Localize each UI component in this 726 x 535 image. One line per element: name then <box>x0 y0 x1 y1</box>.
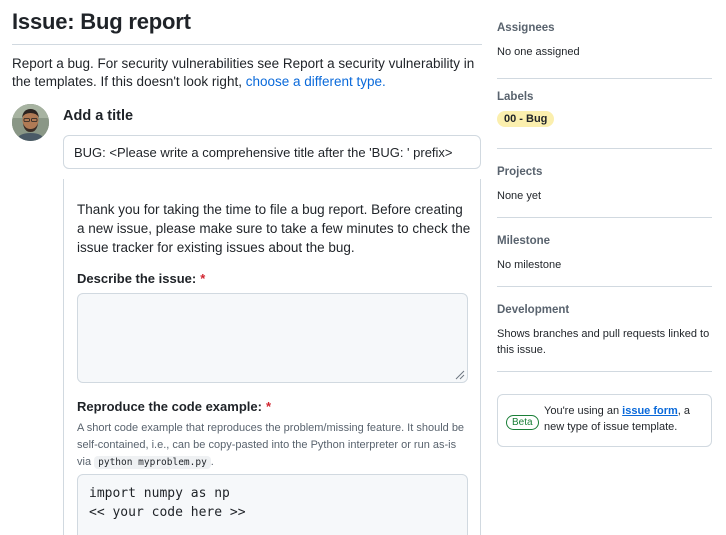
assignees-heading[interactable]: Assignees <box>497 22 712 34</box>
describe-issue-textarea[interactable] <box>77 293 468 383</box>
avatar <box>12 104 49 141</box>
form-intro-text: Thank you for taking the time to file a … <box>77 202 471 255</box>
resize-grip-icon[interactable] <box>453 368 465 380</box>
issue-form-link[interactable]: issue form <box>622 405 678 417</box>
assignees-value: No one assigned <box>497 46 580 58</box>
reproduce-code-description: A short code example that reproduces the… <box>77 420 472 471</box>
sidebar-projects[interactable]: Projects None yet <box>497 166 712 204</box>
describe-issue-label-text: Describe the issue: <box>77 271 197 286</box>
reproduce-desc-end: . <box>210 456 214 468</box>
choose-different-type-link[interactable]: choose a different type. <box>246 74 386 89</box>
reproduce-code-label-text: Reproduce the code example: <box>77 399 262 414</box>
sidebar-divider <box>497 217 712 218</box>
reproduce-code-textarea[interactable]: import numpy as np << your code here >> <box>77 474 468 535</box>
reproduce-code-label: Reproduce the code example: * <box>77 399 271 414</box>
sidebar-labels[interactable]: Labels 00 - Bug <box>497 91 712 127</box>
milestone-heading[interactable]: Milestone <box>497 235 712 247</box>
milestone-value: No milestone <box>497 259 562 271</box>
page-title: Issue: Bug report <box>12 9 191 34</box>
sidebar-assignees[interactable]: Assignees No one assigned <box>497 22 712 60</box>
beta-notice-text: You're using an issue form, a new type o… <box>544 403 708 435</box>
required-marker: * <box>200 271 206 286</box>
beta-badge: Beta <box>506 415 539 430</box>
development-heading[interactable]: Development <box>497 304 712 316</box>
required-marker: * <box>265 399 272 414</box>
sidebar-divider <box>497 286 712 287</box>
development-value: Shows branches and pull requests linked … <box>497 328 710 356</box>
code-line: << your code here >> <box>89 505 246 520</box>
beta-text-before: You're using an <box>544 405 623 417</box>
template-intro: Report a bug. For security vulnerabiliti… <box>12 55 482 91</box>
describe-issue-label: Describe the issue: * <box>77 271 205 286</box>
template-intro-text: Report a bug. For security vulnerabiliti… <box>12 56 475 89</box>
issue-title-input[interactable] <box>63 135 481 169</box>
sidebar-development[interactable]: Development Shows branches and pull requ… <box>497 304 712 358</box>
code-line: import numpy as np <box>89 486 230 501</box>
issue-form-beta-notice: Beta You're using an issue form, a new t… <box>497 394 712 447</box>
sidebar-divider <box>497 371 712 372</box>
label-pill: 00 - Bug <box>497 111 555 127</box>
inline-code: python myproblem.py <box>94 456 211 469</box>
title-divider <box>12 44 482 45</box>
labels-heading[interactable]: Labels <box>497 91 712 103</box>
sidebar-divider <box>497 148 712 149</box>
sidebar-divider <box>497 78 712 79</box>
projects-heading[interactable]: Projects <box>497 166 712 178</box>
projects-value: None yet <box>497 190 542 202</box>
add-title-label: Add a title <box>63 108 134 124</box>
sidebar-milestone[interactable]: Milestone No milestone <box>497 235 712 273</box>
